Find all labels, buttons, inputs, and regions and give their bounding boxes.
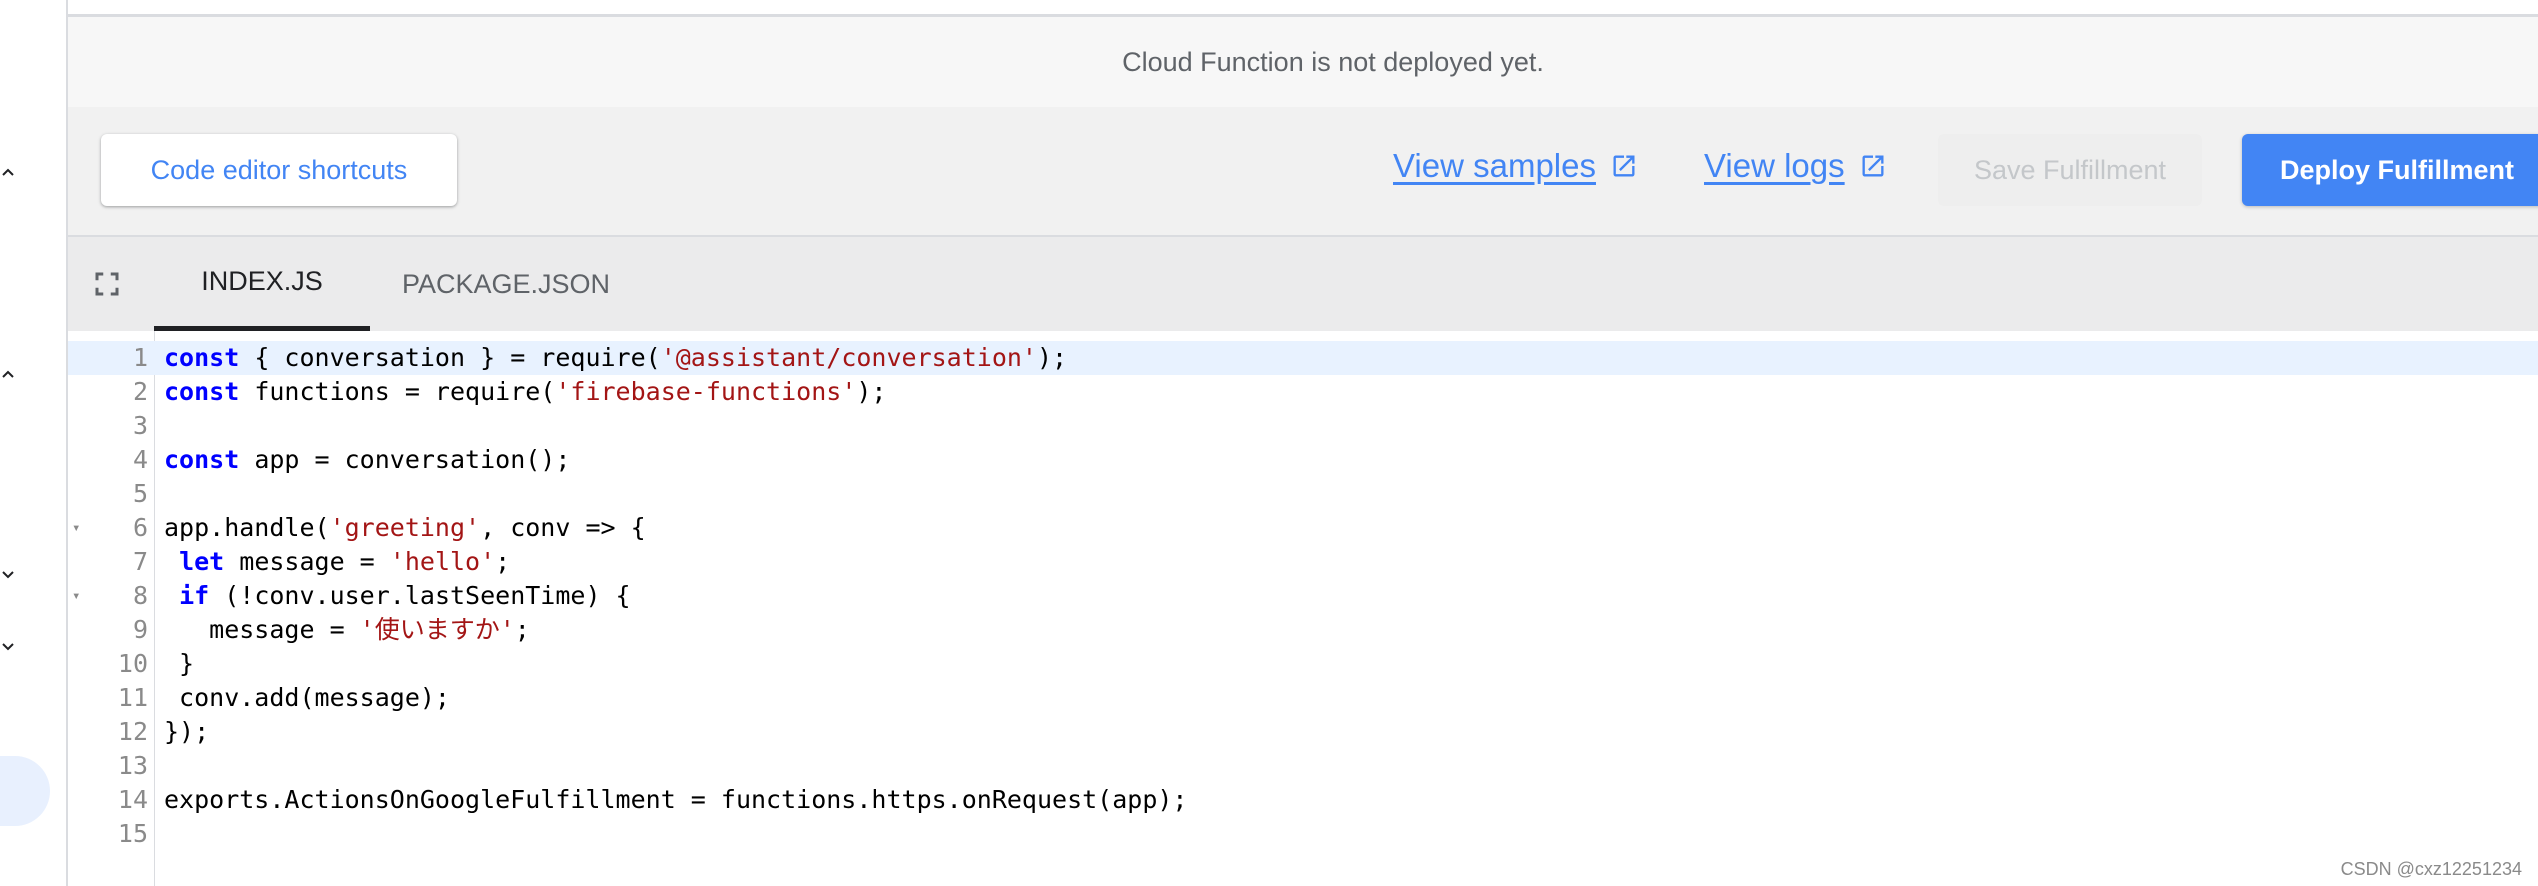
- code-line[interactable]: 3: [68, 409, 2538, 443]
- code-line[interactable]: ▾ 6 app.handle('greeting', conv => {: [68, 511, 2538, 545]
- string-token: '@assistant/conversation': [660, 343, 1037, 372]
- code-token: ;: [514, 615, 530, 644]
- code-line[interactable]: 14 exports.ActionsOnGoogleFulfillment = f…: [68, 783, 2538, 817]
- view-samples-label: View samples: [1393, 147, 1596, 184]
- deploy-status-text: Cloud Function is not deployed yet.: [1122, 46, 1544, 77]
- view-logs-link[interactable]: View logs: [1704, 147, 1887, 185]
- code-token: );: [856, 377, 887, 406]
- code-token: app.handle(: [164, 513, 330, 542]
- code-editor[interactable]: 1 const { conversation } = require('@assi…: [68, 331, 2538, 886]
- string-token: 'firebase-functions': [555, 377, 857, 406]
- open-in-new-icon: [1613, 155, 1635, 177]
- line-number: 10: [117, 649, 148, 678]
- line-number: 5: [132, 479, 148, 508]
- editor-toolbar: Code editor shortcuts View samples View …: [68, 107, 2538, 237]
- line-number: 6: [132, 513, 148, 542]
- code-text: });: [164, 715, 209, 749]
- view-logs-label: View logs: [1704, 147, 1845, 184]
- keyword-token: const: [164, 343, 240, 372]
- keyword-token: const: [164, 445, 240, 474]
- line-number: 1: [132, 343, 148, 372]
- code-token: ;: [495, 547, 511, 576]
- code-line[interactable]: 15: [68, 817, 2538, 851]
- code-line[interactable]: 2 const functions = require('firebase-fun…: [68, 375, 2538, 409]
- code-line[interactable]: 1 const { conversation } = require('@assi…: [68, 341, 2538, 375]
- selected-nav-item[interactable]: [0, 756, 50, 826]
- line-number: 15: [117, 819, 148, 848]
- fulfillment-panel: Cloud Function is not deployed yet. Code…: [68, 0, 2538, 886]
- string-token: '使いますか': [359, 615, 515, 644]
- code-line[interactable]: 7 let message = 'hello';: [68, 545, 2538, 579]
- code-token: });: [164, 717, 210, 746]
- code-token: exports.ActionsOnGoogleFulfillment = fun…: [164, 785, 1188, 814]
- code-text: }: [164, 647, 194, 681]
- code-token: { conversation } = require(: [239, 343, 661, 372]
- chevron-up-icon[interactable]: [0, 366, 16, 382]
- code-text: app.handle('greeting', conv => {: [164, 511, 646, 545]
- code-text: exports.ActionsOnGoogleFulfillment = fun…: [164, 783, 1188, 817]
- code-text: const { conversation } = require('@assis…: [164, 341, 1067, 375]
- code-line[interactable]: 10 }: [68, 647, 2538, 681]
- code-line[interactable]: 11 conv.add(message);: [68, 681, 2538, 715]
- string-token: 'greeting': [329, 513, 481, 542]
- code-text: let message = 'hello';: [164, 545, 510, 579]
- open-in-new-icon: [1862, 155, 1884, 177]
- save-fulfillment-button[interactable]: Save Fulfillment: [1938, 134, 2202, 206]
- line-number: 11: [117, 683, 148, 712]
- code-text: message = '使いますか';: [164, 613, 530, 647]
- fullscreen-icon[interactable]: [92, 269, 122, 299]
- line-number: 13: [117, 751, 148, 780]
- tab-package-json[interactable]: PACKAGE.JSON: [398, 237, 614, 331]
- status-bar: Cloud Function is not deployed yet.: [68, 17, 2538, 107]
- code-token: );: [1037, 343, 1068, 372]
- code-line[interactable]: 13: [68, 749, 2538, 783]
- code-line[interactable]: 9 message = '使いますか';: [68, 613, 2538, 647]
- left-rail: [0, 0, 68, 886]
- code-line[interactable]: ▾ 8 if (!conv.user.lastSeenTime) {: [68, 579, 2538, 613]
- tab-index-js[interactable]: INDEX.JS: [154, 237, 370, 331]
- keyword-token: if: [179, 581, 210, 610]
- string-token: 'hello': [389, 547, 496, 576]
- code-line[interactable]: 5: [68, 477, 2538, 511]
- code-token: conv.add(message);: [164, 683, 450, 712]
- view-samples-link[interactable]: View samples: [1393, 147, 1638, 185]
- line-number: 12: [117, 717, 148, 746]
- deploy-fulfillment-button[interactable]: Deploy Fulfillment: [2242, 134, 2538, 206]
- code-token: }: [164, 649, 195, 678]
- line-number: 14: [117, 785, 148, 814]
- line-number: 3: [132, 411, 148, 440]
- code-editor-shortcuts-button[interactable]: Code editor shortcuts: [101, 134, 457, 206]
- code-token: app = conversation();: [239, 445, 571, 474]
- keyword-token: let: [179, 547, 225, 576]
- code-text: conv.add(message);: [164, 681, 450, 715]
- code-token: (!conv.user.lastSeenTime) {: [209, 581, 631, 610]
- chevron-down-icon[interactable]: [0, 638, 16, 654]
- code-token: functions = require(: [239, 377, 556, 406]
- file-tabs: INDEX.JS PACKAGE.JSON: [68, 237, 2538, 331]
- keyword-token: const: [164, 377, 240, 406]
- line-number: 4: [132, 445, 148, 474]
- watermark: CSDN @cxz12251234: [2340, 859, 2522, 879]
- chevron-up-icon[interactable]: [0, 164, 16, 180]
- chevron-down-icon[interactable]: [0, 566, 16, 582]
- line-number: 2: [132, 377, 148, 406]
- line-number: 8: [132, 581, 148, 610]
- code-token: message =: [164, 615, 360, 644]
- code-line[interactable]: 4 const app = conversation();: [68, 443, 2538, 477]
- code-text: const functions = require('firebase-func…: [164, 375, 886, 409]
- line-number: 7: [132, 547, 148, 576]
- code-text: const app = conversation();: [164, 443, 570, 477]
- code-token: , conv => {: [480, 513, 646, 542]
- code-token: message =: [224, 547, 390, 576]
- code-line[interactable]: 12});: [68, 715, 2538, 749]
- code-text: if (!conv.user.lastSeenTime) {: [164, 579, 631, 613]
- line-number: 9: [132, 615, 148, 644]
